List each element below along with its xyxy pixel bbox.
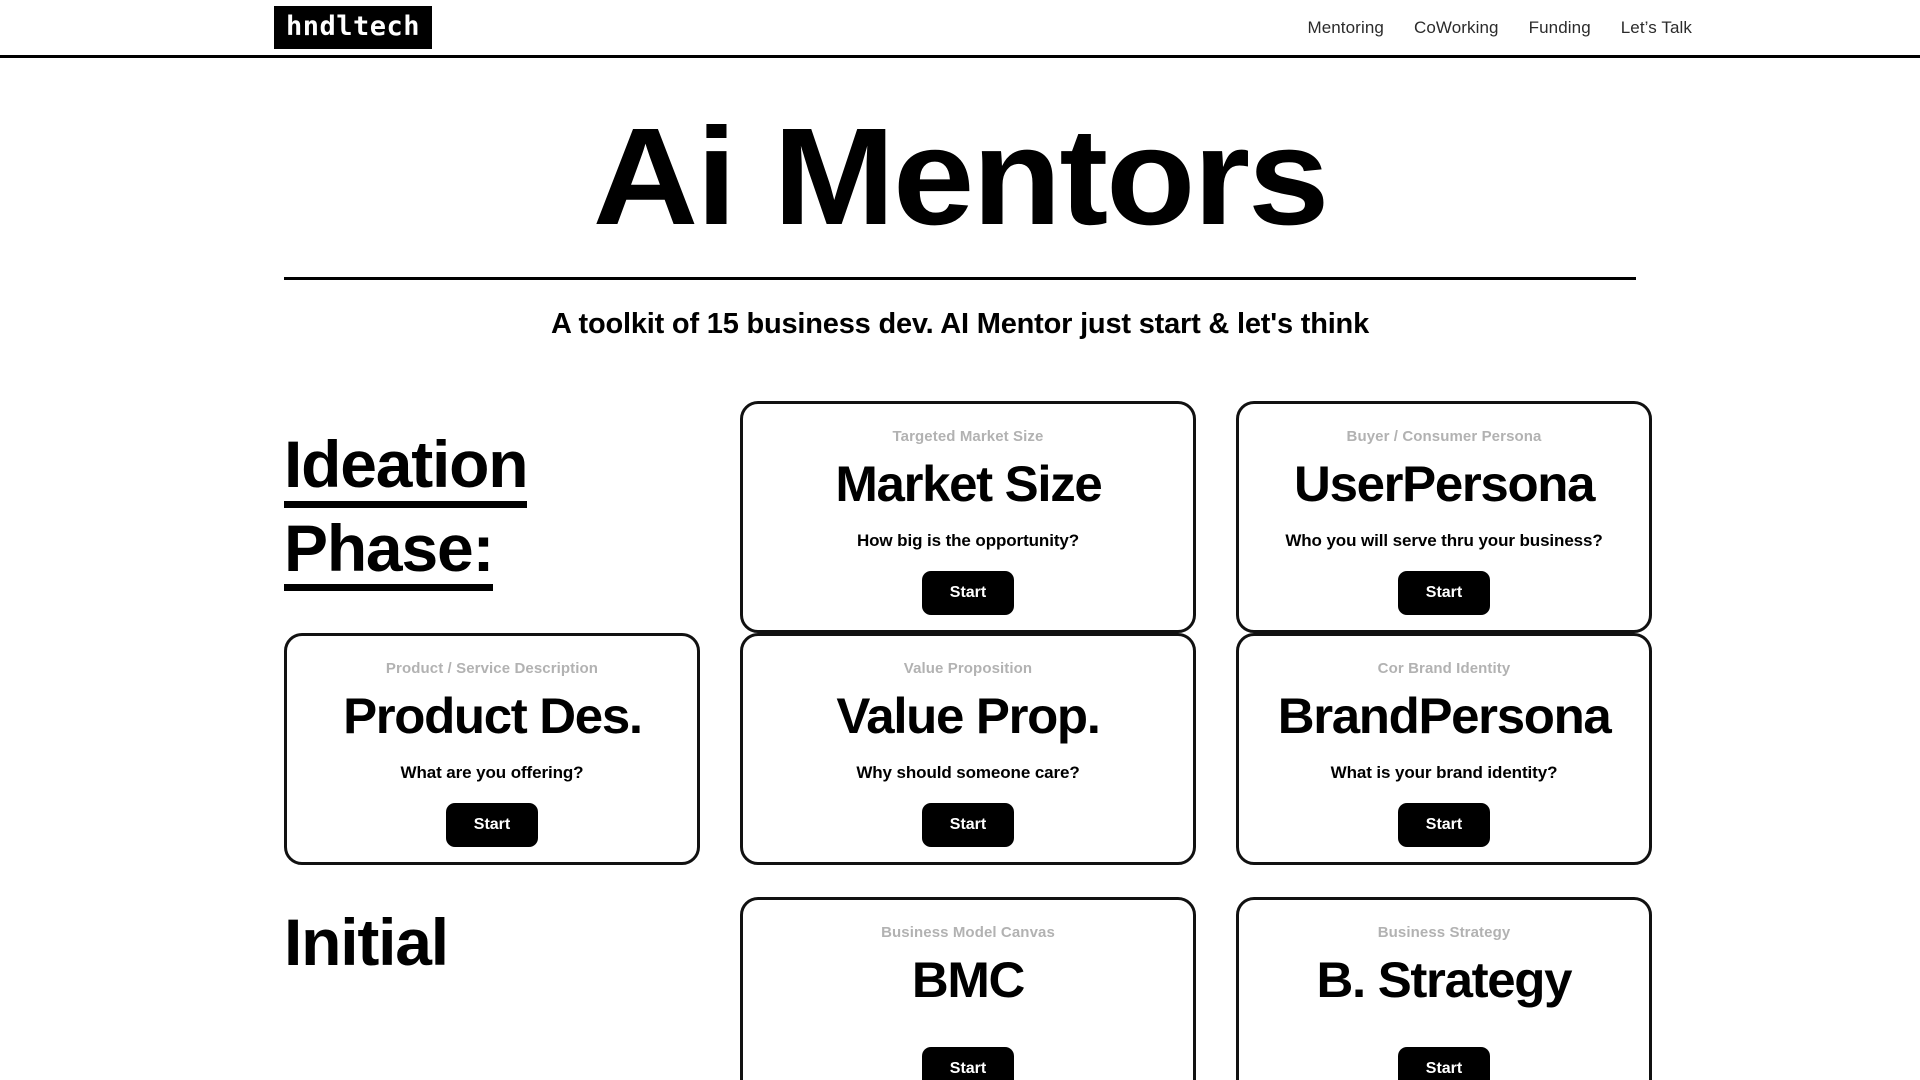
card-title: Product Des.: [342, 688, 643, 745]
phase-heading-line-1: Initial: [284, 905, 449, 980]
card-eyebrow: Buyer / Consumer Persona: [1346, 428, 1542, 446]
mentor-card-brand-persona[interactable]: Cor Brand Identity BrandPersona What is …: [1236, 633, 1652, 866]
start-button[interactable]: Start: [921, 802, 1015, 847]
nav-link-coworking[interactable]: CoWorking: [1414, 18, 1499, 38]
nav-link-mentoring[interactable]: Mentoring: [1307, 18, 1384, 38]
ideation-phase-row-2: Product / Service Description Product De…: [284, 633, 1652, 866]
phase-heading-initial: Initial: [284, 897, 700, 978]
nav-link-funding[interactable]: Funding: [1529, 18, 1591, 38]
card-title: BMC: [911, 952, 1025, 1009]
card-question: What is your brand identity?: [1330, 762, 1558, 782]
card-question: Who you will serve thru your business?: [1285, 530, 1603, 550]
card-title: Market Size: [834, 456, 1102, 513]
mentor-card-product-description[interactable]: Product / Service Description Product De…: [284, 633, 700, 866]
start-button[interactable]: Start: [921, 1046, 1015, 1080]
card-eyebrow: Cor Brand Identity: [1377, 660, 1511, 678]
card-eyebrow: Product / Service Description: [385, 660, 599, 678]
start-button[interactable]: Start: [1397, 802, 1491, 847]
phase-heading-ideation: Ideation Phase:: [284, 401, 700, 596]
mentor-card-user-persona[interactable]: Buyer / Consumer Persona UserPersona Who…: [1236, 401, 1652, 634]
mentor-card-value-proposition[interactable]: Value Proposition Value Prop. Why should…: [740, 633, 1196, 866]
mentor-card-market-size[interactable]: Targeted Market Size Market Size How big…: [740, 401, 1196, 634]
hero-divider: [284, 277, 1636, 281]
brand-logo[interactable]: hndltech: [274, 6, 433, 49]
start-button[interactable]: Start: [1397, 1046, 1491, 1080]
phase-heading-line-2: Phase:: [284, 513, 494, 592]
card-title: UserPersona: [1293, 456, 1595, 513]
site-header: hndltech Mentoring CoWorking Funding Let…: [0, 0, 1920, 58]
mentor-card-business-strategy[interactable]: Business Strategy B. Strategy Start: [1236, 897, 1652, 1080]
card-eyebrow: Business Model Canvas: [881, 924, 1055, 942]
start-button[interactable]: Start: [921, 570, 1015, 615]
hero-subtitle: A toolkit of 15 business dev. AI Mentor …: [550, 308, 1370, 341]
hero-section: Ai Mentors A toolkit of 15 business dev.…: [0, 58, 1920, 341]
initial-phase-row-1: Initial Business Model Canvas BMC Start …: [284, 865, 1652, 1080]
nav-link-lets-talk[interactable]: Let’s Talk: [1621, 18, 1692, 38]
start-button[interactable]: Start: [1397, 570, 1491, 615]
phase-heading-line-1: Ideation: [284, 429, 529, 508]
card-question: What are you offering?: [400, 762, 584, 782]
card-eyebrow: Targeted Market Size: [892, 428, 1044, 446]
start-button[interactable]: Start: [445, 802, 539, 847]
card-question: Why should someone care?: [856, 762, 1080, 782]
card-title: B. Strategy: [1316, 952, 1573, 1009]
card-eyebrow: Value Proposition: [903, 660, 1033, 678]
mentor-card-bmc[interactable]: Business Model Canvas BMC Start: [740, 897, 1196, 1080]
main-navigation: Mentoring CoWorking Funding Let’s Talk: [1307, 18, 1692, 38]
ideation-phase-row-1: Ideation Phase: Targeted Market Size Mar…: [284, 341, 1652, 634]
card-title: Value Prop.: [836, 688, 1101, 745]
page-title: Ai Mentors: [592, 100, 1330, 254]
card-question: How big is the opportunity?: [856, 530, 1080, 550]
card-eyebrow: Business Strategy: [1377, 924, 1511, 942]
card-title: BrandPersona: [1277, 688, 1612, 745]
